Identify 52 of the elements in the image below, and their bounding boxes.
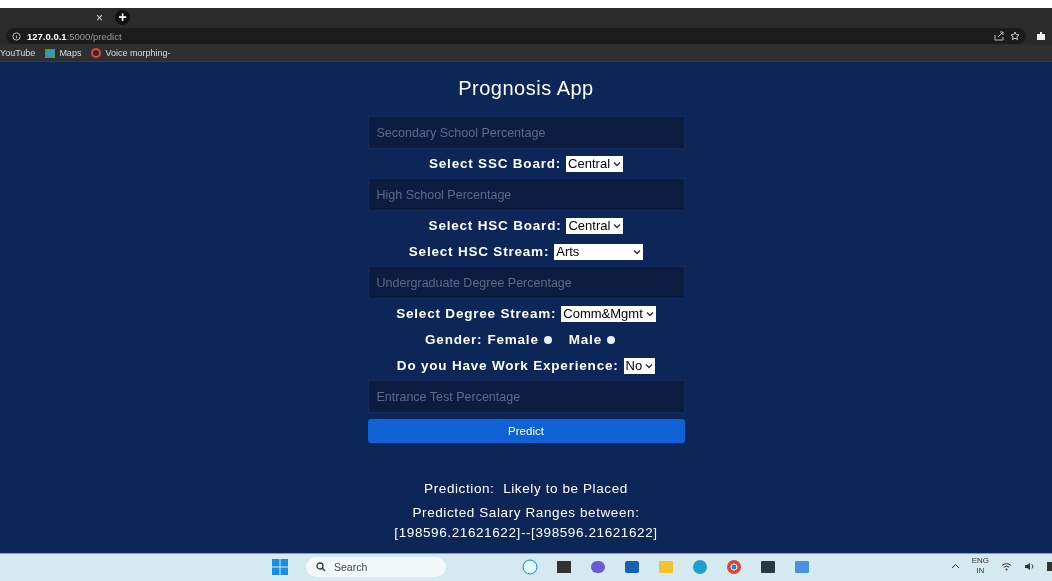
wifi-icon[interactable]	[1001, 561, 1012, 571]
dropdown[interactable]: Arts	[554, 243, 644, 260]
chevron-down-icon	[645, 362, 654, 369]
globe-icon	[91, 48, 102, 58]
salary-label: Predicted Salary Ranges between:	[412, 505, 640, 521]
radio-button[interactable]	[606, 335, 615, 344]
chrome-icon[interactable]	[726, 559, 742, 575]
prediction-text: Prediction: Likely to be Placed	[424, 481, 628, 497]
star-icon[interactable]	[1010, 31, 1020, 41]
dropdown[interactable]: Comm&Mgmt	[561, 305, 656, 322]
predict-button[interactable]: Predict	[367, 419, 685, 443]
dropdown[interactable]: Central	[566, 217, 624, 234]
new-tab-button[interactable]: +	[115, 10, 130, 25]
field-label: Select HSC Stream:	[408, 244, 550, 259]
info-icon	[12, 31, 21, 41]
puzzle-icon[interactable]	[1036, 31, 1046, 41]
search-box[interactable]: Search	[306, 557, 446, 577]
battery-icon	[1047, 561, 1052, 571]
language-text[interactable]: ENG	[971, 556, 989, 566]
chevron-down-icon	[613, 222, 622, 229]
chevron-down-icon	[645, 310, 654, 317]
salary-range: [198596.21621622]--[398596.21621622]	[394, 525, 658, 541]
field-label: Select SSC Board:	[428, 156, 562, 171]
radio-label: Female	[487, 332, 539, 347]
field-label: Gender:	[425, 332, 483, 347]
text-field[interactable]: Entrance Test Percentage	[367, 380, 685, 413]
radio-label: Male	[568, 332, 602, 347]
radio-button[interactable]	[543, 335, 552, 344]
chevron-down-icon	[633, 248, 642, 255]
share-icon[interactable]	[994, 31, 1004, 41]
bookmark-link[interactable]: YouTube	[0, 48, 36, 58]
bookmark-link[interactable]: Voice morphing-	[105, 48, 171, 58]
text-field[interactable]: Undergraduate Degree Percentage	[367, 266, 685, 299]
url-text: 127.0.0.1:5000/predict	[27, 30, 122, 42]
page-title: Prognosis App	[458, 76, 594, 100]
speaker-icon[interactable]	[1024, 561, 1035, 571]
chevron-up-icon[interactable]	[950, 563, 960, 569]
field-label: Do you Have Work Experience:	[396, 358, 619, 373]
field-label: Select Degree Stream:	[396, 306, 557, 321]
region-text[interactable]: IN	[976, 566, 985, 576]
bookmark-link[interactable]: Maps	[59, 48, 82, 58]
dropdown[interactable]: Central	[566, 155, 624, 172]
field-label: Select HSC Board:	[428, 218, 562, 233]
dropdown[interactable]: No	[623, 357, 656, 374]
text-field[interactable]: Secondary School Percentage	[367, 116, 685, 149]
map-icon	[45, 48, 56, 58]
app-icon[interactable]	[556, 559, 572, 575]
close-tab-icon[interactable]: ×	[96, 11, 103, 24]
chevron-down-icon	[613, 160, 622, 167]
address-bar[interactable]: 127.0.0.1:5000/predict	[6, 28, 1026, 44]
text-field[interactable]: High School Percentage	[367, 178, 685, 211]
search-icon	[316, 562, 326, 572]
